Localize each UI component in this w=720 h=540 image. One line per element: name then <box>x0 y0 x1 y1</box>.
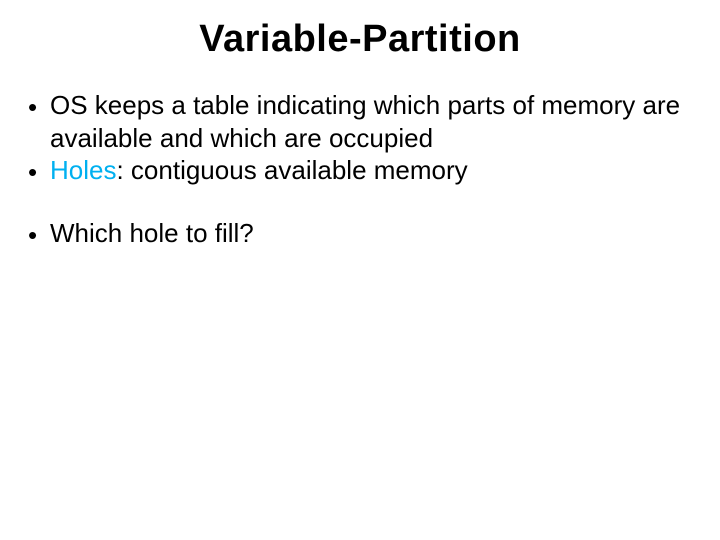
slide-title: Variable-Partition <box>0 0 720 61</box>
bullet-text-rest: : contiguous available memory <box>116 155 467 185</box>
bullet-item-1: • OS keeps a table indicating which part… <box>28 89 702 154</box>
bullet-text: OS keeps a table indicating which parts … <box>50 89 702 154</box>
bullet-text: Holes: contiguous available memory <box>50 154 702 187</box>
bullet-item-2: • Holes: contiguous available memory <box>28 154 702 189</box>
bullet-text: Which hole to fill? <box>50 217 702 250</box>
slide: Variable-Partition • OS keeps a table in… <box>0 0 720 540</box>
slide-body: • OS keeps a table indicating which part… <box>0 61 720 251</box>
bullet-dot-icon: • <box>28 154 50 189</box>
bullet-group-1: • OS keeps a table indicating which part… <box>28 89 702 189</box>
bullet-dot-icon: • <box>28 217 50 252</box>
highlight-term: Holes <box>50 155 116 185</box>
bullet-item-3: • Which hole to fill? <box>28 217 702 252</box>
bullet-group-2: • Which hole to fill? <box>28 217 702 252</box>
bullet-dot-icon: • <box>28 89 50 124</box>
